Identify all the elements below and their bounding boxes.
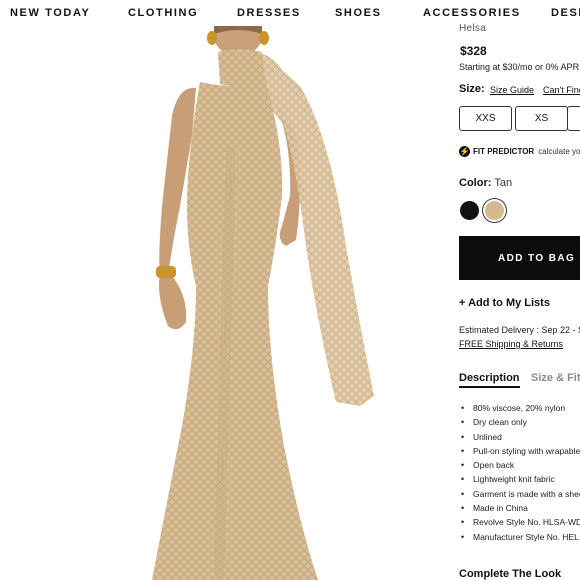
free-shipping-link[interactable]: FREE Shipping & Returns <box>459 339 563 349</box>
product-details-panel: Helsa $328 Starting at $30/mo or 0% APR … <box>459 20 580 580</box>
list-item: Revolve Style No. HLSA-WD14 <box>459 517 580 531</box>
size-option-s[interactable]: S <box>567 106 580 131</box>
description-list: 80% viscose, 20% nylon Dry clean only Un… <box>459 403 580 546</box>
product-image[interactable] <box>0 26 448 580</box>
size-guide-link[interactable]: Size Guide <box>490 85 534 95</box>
nav-clothing[interactable]: CLOTHING <box>128 7 198 19</box>
color-swatch-tan[interactable] <box>485 201 504 220</box>
complete-the-look-heading: Complete The Look <box>459 568 562 580</box>
nav-dresses[interactable]: DRESSES <box>237 7 301 19</box>
list-item: Pull-on styling with wrapable neck <box>459 446 580 460</box>
list-item: Unlined <box>459 432 580 446</box>
size-option-xxs[interactable]: XXS <box>459 106 512 131</box>
list-item: Garment is made with a sheer fabric <box>459 489 580 503</box>
size-label: Size: <box>459 83 485 95</box>
nav-shoes[interactable]: SHOES <box>335 7 382 19</box>
list-item: Made in China <box>459 503 580 517</box>
nav-new-today[interactable]: NEW TODAY <box>10 7 90 19</box>
brand-name[interactable]: Helsa <box>459 23 486 34</box>
list-item: Open back <box>459 460 580 474</box>
nav-designers[interactable]: DESIGNERS <box>551 7 580 19</box>
color-value: Tan <box>494 177 513 189</box>
color-swatch-black[interactable] <box>460 201 479 220</box>
list-item: Manufacturer Style No. HEL <box>459 532 580 546</box>
nav-accessories[interactable]: ACCESSORIES <box>423 7 521 19</box>
estimated-delivery: Estimated Delivery : Sep 22 - Sep 25 <box>459 325 580 335</box>
size-option-xs[interactable]: XS <box>515 106 568 131</box>
fit-predictor[interactable]: ⚡ FIT PREDICTOR calculate your size <box>459 146 580 157</box>
list-item: 80% viscose, 20% nylon <box>459 403 580 417</box>
installments-text: Starting at $30/mo or 0% APR <box>459 62 580 72</box>
tab-description[interactable]: Description <box>459 372 520 388</box>
fit-predictor-text: calculate your size <box>538 147 580 156</box>
list-item: Lightweight knit fabric <box>459 474 580 488</box>
lightning-icon: ⚡ <box>459 146 470 157</box>
model-illustration <box>152 26 374 580</box>
list-item: Dry clean only <box>459 417 580 431</box>
color-label-text: Color: <box>459 177 492 189</box>
tab-size-fit[interactable]: Size & Fit <box>531 372 580 384</box>
cant-find-size-link[interactable]: Can't Find Your Size? <box>543 85 580 95</box>
add-to-lists-button[interactable]: + Add to My Lists <box>459 297 550 309</box>
add-to-bag-button[interactable]: ADD TO BAG <box>459 236 580 280</box>
product-price: $328 <box>460 44 487 58</box>
color-label: Color: Tan <box>459 177 512 189</box>
fit-predictor-title: FIT PREDICTOR <box>473 147 535 156</box>
